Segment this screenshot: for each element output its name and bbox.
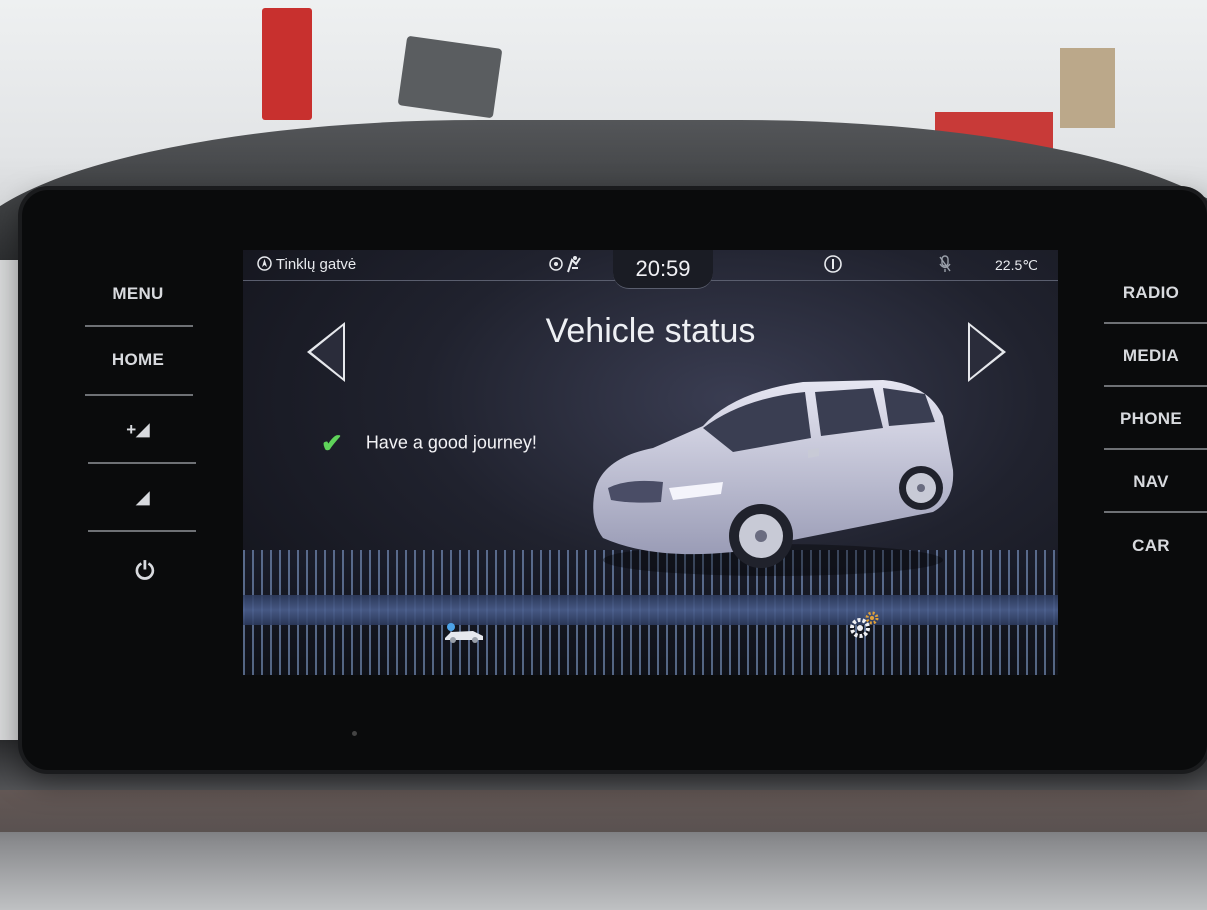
brightness-down-button[interactable]: ◢	[88, 488, 198, 508]
display-screen: Tinklų gatvė 20:59 22.5℃ Vehicle status …	[243, 250, 1058, 675]
home-button[interactable]: HOME	[83, 350, 193, 370]
temperature-label: 22.5℃	[995, 257, 1038, 273]
car-button[interactable]: CAR	[1096, 536, 1206, 556]
nav-button[interactable]: NAV	[1096, 472, 1206, 492]
floor-band	[243, 595, 1058, 625]
gears-icon[interactable]	[848, 610, 882, 640]
previous-arrow-icon[interactable]	[307, 322, 345, 382]
status-message-text: Have a good journey!	[365, 432, 537, 453]
compass-icon	[257, 256, 276, 273]
time-text: 20:59	[635, 256, 691, 281]
fire-extinguisher	[262, 8, 312, 120]
brightness-up-button[interactable]: +◢	[83, 420, 193, 440]
radio-button[interactable]: RADIO	[1096, 283, 1206, 303]
media-button[interactable]: MEDIA	[1096, 346, 1206, 366]
divider	[85, 394, 193, 396]
page-title: Vehicle status	[545, 312, 756, 350]
photo-scene: MENU HOME +◢ ◢ ⏻ RADIO MEDIA PHONE NAV C…	[0, 0, 1207, 910]
next-arrow-icon[interactable]	[968, 322, 1006, 382]
checkmark-icon: ✔	[321, 428, 343, 458]
divider	[1104, 511, 1207, 513]
phone-button[interactable]: PHONE	[1096, 409, 1206, 429]
divider	[1104, 385, 1207, 387]
clock: 20:59	[613, 250, 713, 289]
divider	[1104, 322, 1207, 324]
electrical-box	[1060, 48, 1115, 128]
location-text: Tinklų gatvė	[275, 256, 357, 273]
info-icon[interactable]	[823, 254, 843, 278]
bezel-dot	[352, 731, 357, 736]
wall-lamp	[397, 35, 503, 119]
car-illustration	[583, 370, 963, 580]
divider	[88, 530, 196, 532]
traffic-sign-icon	[548, 254, 586, 278]
location-label: Tinklų gatvė	[257, 256, 356, 273]
car-icon[interactable]	[443, 622, 487, 644]
divider	[85, 325, 193, 327]
power-button[interactable]: ⏻	[90, 558, 200, 586]
divider	[1104, 448, 1207, 450]
status-message: ✔ Have a good journey!	[321, 428, 537, 459]
divider	[88, 462, 196, 464]
status-bar: Tinklų gatvė 20:59 22.5℃	[243, 250, 1058, 289]
dashboard-trim	[0, 790, 1207, 832]
microphone-off-icon	[938, 255, 952, 277]
menu-button[interactable]: MENU	[83, 284, 193, 304]
